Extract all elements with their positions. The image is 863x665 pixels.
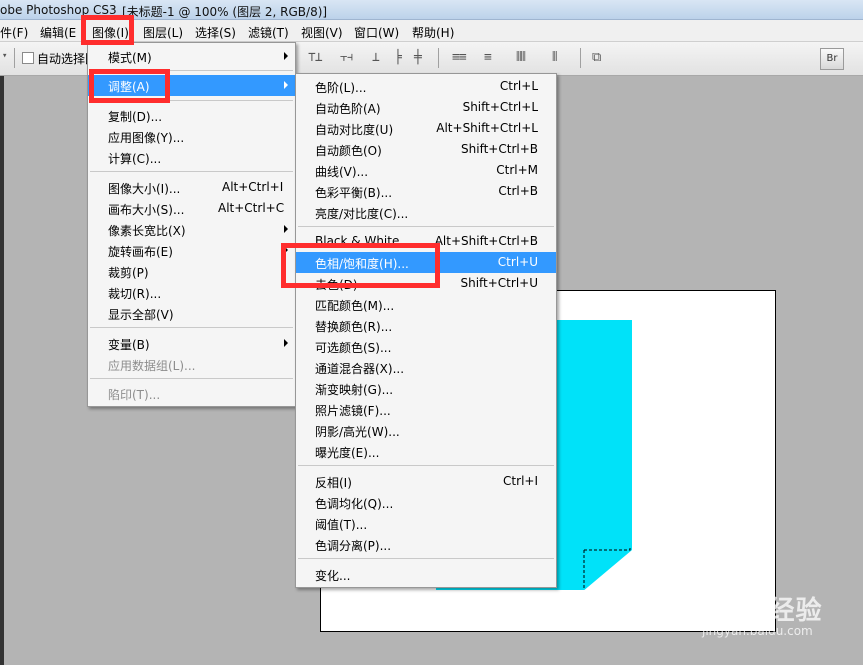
toolbar-divider (14, 48, 15, 68)
menu-item-mode[interactable]: 模式(M) (88, 46, 295, 67)
menu-item-match-color[interactable]: 匹配颜色(M)... (296, 294, 556, 315)
menu-item-canvas-size[interactable]: 画布大小(S)... Alt+Ctrl+C (88, 198, 295, 219)
align-vcenter-icon[interactable]: ⫟⫞ (340, 50, 353, 65)
menu-item-reveal-all[interactable]: 显示全部(V) (88, 303, 295, 324)
submenu-arrow-icon (284, 225, 288, 233)
submenu-arrow-icon (284, 81, 288, 89)
align-top-icon[interactable]: ⊤⊥ (308, 50, 323, 65)
menu-item-rotate-canvas[interactable]: 旋转画布(E) (88, 240, 295, 261)
menu-separator (298, 465, 554, 466)
menu-file[interactable]: 件(F) (0, 24, 28, 41)
menu-item-equalize[interactable]: 色调均化(Q)... (296, 492, 556, 513)
menu-item-duplicate[interactable]: 复制(D)... (88, 105, 295, 126)
distribute-left-icon[interactable]: ⫴⫴ (516, 50, 526, 65)
menu-item-selective-color[interactable]: 可选颜色(S)... (296, 336, 556, 357)
adjustments-submenu: 色阶(L)... Ctrl+L 自动色阶(A) Shift+Ctrl+L 自动对… (295, 73, 557, 588)
auto-align-icon[interactable]: ⧉ (592, 50, 601, 65)
align-hcenter-icon[interactable]: ╪ (414, 50, 422, 65)
menu-item-variables[interactable]: 变量(B) (88, 333, 295, 354)
watermark-url: jingyan.baidu.com (702, 624, 813, 638)
menu-item-trap: 陷印(T)... (108, 388, 161, 402)
submenu-arrow-icon (284, 339, 288, 347)
menu-item-calculations[interactable]: 计算(C)... (88, 147, 295, 168)
annotation-box-image-menu (81, 15, 134, 45)
menu-item-trim[interactable]: 裁切(R)... (88, 282, 295, 303)
tool-preset-arrow-icon[interactable]: ▾ (2, 51, 8, 61)
menu-item-apply-data-set: 应用数据组(L)... (108, 359, 196, 373)
menu-item-image-size[interactable]: 图像大小(I)... Alt+Ctrl+I (88, 177, 295, 198)
distribute-top-icon[interactable]: ≡≡ (452, 50, 467, 65)
menu-item-crop[interactable]: 裁剪(P) (88, 261, 295, 282)
menu-item-color-balance[interactable]: 色彩平衡(B)... Ctrl+B (296, 181, 556, 202)
menu-filter[interactable]: 滤镜(T) (248, 24, 289, 41)
distribute-right-icon[interactable]: ⫴ (552, 50, 558, 65)
menu-layer[interactable]: 图层(L) (143, 24, 183, 41)
menu-select[interactable]: 选择(S) (195, 24, 236, 41)
tools-panel-edge (0, 76, 4, 665)
auto-select-checkbox[interactable] (22, 52, 34, 64)
menu-help[interactable]: 帮助(H) (412, 24, 454, 41)
toolbar-divider (438, 48, 439, 68)
menu-item-variations[interactable]: 变化... (296, 564, 556, 585)
menu-window[interactable]: 窗口(W) (354, 24, 399, 41)
menu-separator (90, 378, 293, 379)
bridge-button[interactable]: Br (820, 48, 844, 70)
menu-item-threshold[interactable]: 阈值(T)... (296, 513, 556, 534)
menu-item-invert[interactable]: 反相(I) Ctrl+I (296, 471, 556, 492)
page-curl-selection (582, 548, 634, 592)
menu-item-channel-mixer[interactable]: 通道混合器(X)... (296, 357, 556, 378)
menu-item-photo-filter[interactable]: 照片滤镜(F)... (296, 399, 556, 420)
annotation-box-adjustments (89, 69, 170, 103)
menu-item-replace-color[interactable]: 替换颜色(R)... (296, 315, 556, 336)
menu-view[interactable]: 视图(V) (301, 24, 343, 41)
menu-item-exposure[interactable]: 曝光度(E)... (296, 441, 556, 462)
menu-edit[interactable]: 编辑(E (40, 24, 76, 41)
align-bottom-icon[interactable]: ⊥ (372, 50, 380, 65)
menu-separator (90, 327, 293, 328)
submenu-arrow-icon (284, 52, 288, 60)
menu-item-curves[interactable]: 曲线(V)... Ctrl+M (296, 160, 556, 181)
menu-item-auto-contrast[interactable]: 自动对比度(U) Alt+Shift+Ctrl+L (296, 118, 556, 139)
distribute-vcenter-icon[interactable]: ≡ (484, 50, 492, 65)
menu-item-pixel-aspect[interactable]: 像素长宽比(X) (88, 219, 295, 240)
menu-item-auto-color[interactable]: 自动颜色(O) Shift+Ctrl+B (296, 139, 556, 160)
document-title: [未标题-1 @ 100% (图层 2, RGB/8)] (122, 5, 328, 19)
menu-separator (298, 226, 554, 227)
baidu-watermark: Bai du 经验 jingyan.baidu.com (660, 590, 823, 638)
menu-separator (298, 558, 554, 559)
menu-item-shadow-highlight[interactable]: 阴影/高光(W)... (296, 420, 556, 441)
menu-item-brightness-contrast[interactable]: 亮度/对比度(C)... (296, 202, 556, 223)
toolbar-divider (580, 48, 581, 68)
menu-item-apply-image[interactable]: 应用图像(Y)... (88, 126, 295, 147)
watermark-logo: Bai du 经验 (660, 596, 823, 626)
align-left-icon[interactable]: ╞ (394, 50, 402, 65)
annotation-box-hue-saturation (281, 243, 440, 288)
menu-item-gradient-map[interactable]: 渐变映射(G)... (296, 378, 556, 399)
menu-item-levels[interactable]: 色阶(L)... Ctrl+L (296, 76, 556, 97)
menu-item-posterize[interactable]: 色调分离(P)... (296, 534, 556, 555)
menu-item-auto-levels[interactable]: 自动色阶(A) Shift+Ctrl+L (296, 97, 556, 118)
menu-separator (90, 171, 293, 172)
